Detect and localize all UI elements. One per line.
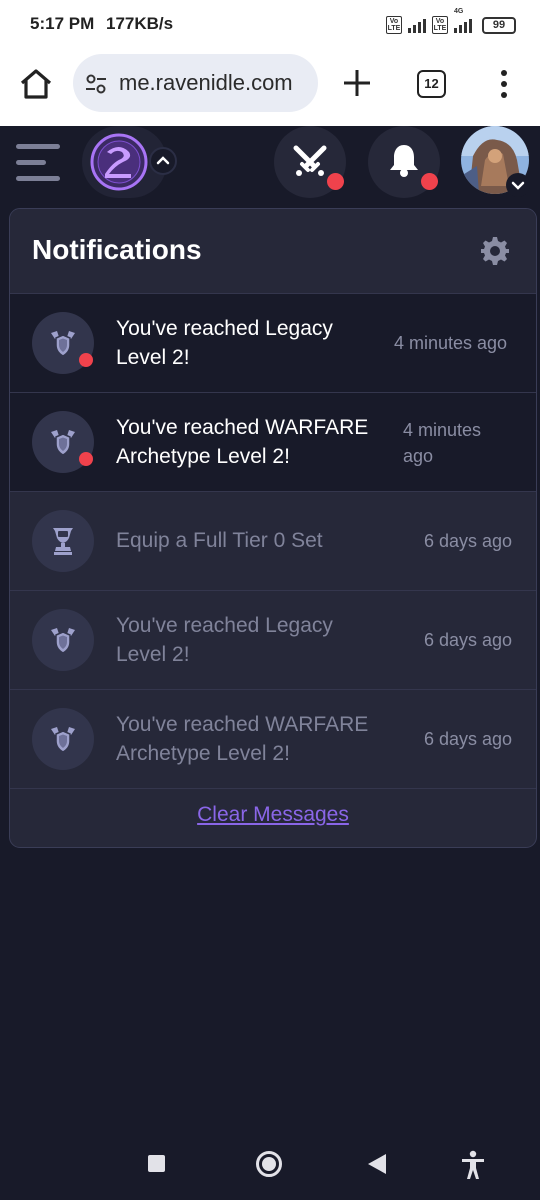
recent-apps-button[interactable] — [148, 1155, 165, 1172]
page-title: Notifications — [32, 234, 202, 265]
gear-icon[interactable] — [480, 236, 510, 266]
signal-icon-2: 4G — [454, 8, 472, 33]
network-type-label: 4G — [454, 8, 464, 15]
status-indicators: Vo LTE Vo LTE 4G 99 — [386, 8, 516, 36]
raven-logo — [90, 133, 148, 191]
unread-dot — [79, 353, 93, 367]
notification-alert-dot — [421, 173, 438, 190]
notification-item[interactable]: You've reached Legacy Level 2! 4 minutes… — [10, 294, 536, 393]
system-navigation-bar — [0, 1128, 540, 1200]
notification-icon-wrap — [32, 708, 94, 770]
notifications-panel: Notifications You've reached Legacy Leve… — [9, 208, 537, 848]
url-text[interactable]: me.ravenidle.com — [119, 70, 293, 96]
clear-messages-link[interactable]: Clear Messages — [10, 803, 536, 827]
trophy-icon — [53, 528, 73, 555]
notification-text: You've reached WARFARE Archetype Level 2… — [116, 416, 369, 468]
shield-icon — [51, 727, 75, 753]
tab-switcher-button[interactable]: 12 — [417, 70, 446, 98]
notification-time: 4 minutes ago — [394, 333, 508, 353]
browser-toolbar: me.ravenidle.com 12 — [0, 50, 540, 126]
signal-icon — [408, 17, 426, 33]
app-header — [0, 126, 540, 206]
battle-button[interactable] — [274, 126, 346, 198]
volte-icon-2: Vo LTE — [432, 16, 448, 34]
menu-icon[interactable] — [16, 142, 62, 182]
shield-icon — [51, 331, 75, 357]
shield-icon — [51, 430, 75, 456]
status-network-speed: 177KB/s — [106, 14, 174, 33]
chevron-up-icon[interactable] — [149, 147, 177, 175]
volte-icon: Vo LTE — [386, 16, 402, 34]
notification-item[interactable]: You've reached WARFARE Archetype Level 2… — [10, 690, 536, 789]
notification-time: 4 minutes ago — [403, 420, 482, 466]
notification-time: 6 days ago — [424, 630, 513, 650]
guild-selector[interactable] — [82, 126, 177, 198]
battle-alert-dot — [327, 173, 344, 190]
notifications-button[interactable] — [368, 126, 440, 198]
unread-dot — [79, 452, 93, 466]
more-menu-icon[interactable] — [494, 68, 514, 100]
new-tab-icon[interactable] — [340, 66, 374, 100]
accessibility-icon[interactable] — [460, 1150, 486, 1180]
address-bar[interactable]: me.ravenidle.com — [73, 54, 318, 112]
status-time: 5:17 PM — [30, 14, 95, 33]
notification-time: 6 days ago — [424, 729, 513, 749]
crossed-swords-icon — [293, 145, 327, 176]
notification-time: 6 days ago — [424, 531, 513, 551]
notification-text: You've reached Legacy Level 2! — [116, 317, 333, 369]
home-button[interactable] — [256, 1151, 282, 1177]
home-icon[interactable] — [18, 66, 54, 102]
notification-icon-wrap — [32, 510, 94, 572]
bell-icon — [390, 145, 418, 177]
notification-text: You've reached WARFARE Archetype Level 2… — [116, 713, 369, 765]
notification-item[interactable]: You've reached Legacy Level 2! 6 days ag… — [10, 591, 536, 690]
notification-item[interactable]: You've reached WARFARE Archetype Level 2… — [10, 393, 536, 492]
panel-header: Notifications — [10, 209, 536, 294]
back-button[interactable] — [368, 1154, 386, 1174]
notification-icon-wrap — [32, 609, 94, 671]
notification-item[interactable]: Equip a Full Tier 0 Set 6 days ago — [10, 492, 536, 591]
notification-text: Equip a Full Tier 0 Set — [116, 529, 323, 552]
notification-text: You've reached Legacy Level 2! — [116, 614, 333, 666]
battery-icon: 99 — [482, 16, 516, 34]
chevron-down-icon[interactable] — [506, 173, 530, 197]
site-settings-icon[interactable] — [85, 73, 107, 95]
shield-icon — [51, 628, 75, 654]
status-bar: 5:17 PM 177KB/s Vo LTE Vo LTE 4G 99 — [0, 0, 540, 50]
